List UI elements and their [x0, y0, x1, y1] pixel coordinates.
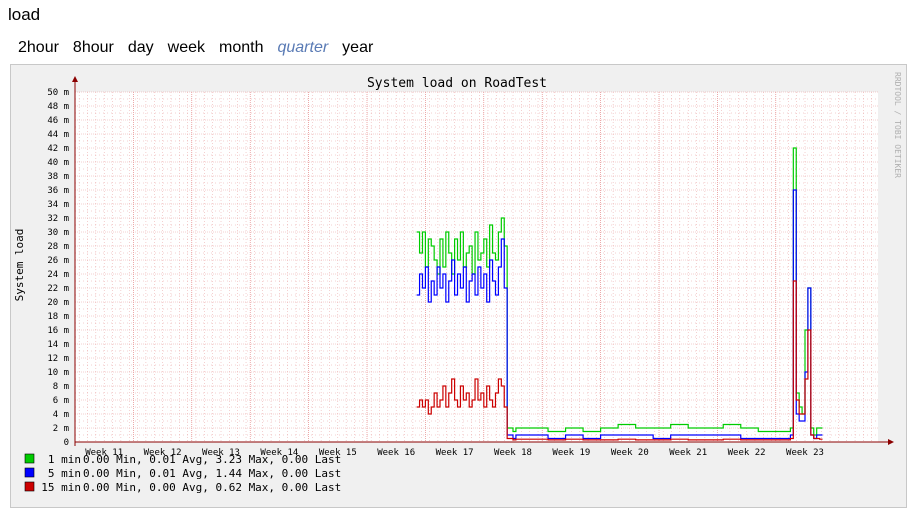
y-tick-label: 0 — [64, 438, 69, 448]
legend-series-name: 1 min — [48, 453, 81, 466]
y-tick-label: 26 m — [47, 256, 69, 266]
y-tick-label: 14 m — [47, 340, 69, 350]
x-tick-label: Week 18 — [494, 448, 532, 458]
tab-month[interactable]: month — [219, 39, 263, 57]
y-tick-label: 12 m — [47, 354, 69, 364]
y-tick-label: 50 m — [47, 88, 69, 98]
x-tick-label: Week 16 — [377, 448, 415, 458]
legend-stats: 0.00 Min, 0.01 Avg, 1.44 Max, 0.00 Last — [83, 467, 341, 480]
y-tick-label: 34 m — [47, 200, 69, 210]
y-tick-label: 8 m — [53, 382, 69, 392]
y-tick-label: 10 m — [47, 368, 69, 378]
rrdtool-watermark: RRDTOOL / TOBI OETIKER — [893, 72, 902, 178]
chart-title: System load on RoadTest — [367, 76, 547, 91]
x-tick-label: Week 23 — [786, 448, 824, 458]
legend-series-name: 5 min — [48, 467, 81, 480]
y-tick-label: 18 m — [47, 312, 69, 322]
period-tabs: 2hour 8hour day week month quarter year — [18, 39, 387, 57]
legend-series-name: 15 min — [41, 481, 81, 494]
legend-swatch — [24, 481, 35, 492]
y-tick-label: 32 m — [47, 214, 69, 224]
load-chart: System load on RoadTest System load RRDT… — [13, 72, 902, 494]
x-tick-label: Week 20 — [611, 448, 649, 458]
legend-swatch — [24, 453, 35, 464]
legend-stats: 0.00 Min, 0.01 Avg, 3.23 Max, 0.00 Last — [83, 453, 341, 466]
y-tick-label: 46 m — [47, 116, 69, 126]
y-tick-label: 44 m — [47, 130, 69, 140]
y-tick-label: 2 m — [53, 424, 69, 434]
y-tick-label: 4 m — [53, 410, 69, 420]
x-tick-label: Week 21 — [669, 448, 707, 458]
y-axis-arrow — [72, 76, 78, 82]
x-tick-label: Week 17 — [436, 448, 474, 458]
y-axis-label: System load — [13, 229, 26, 302]
y-tick-label: 30 m — [47, 228, 69, 238]
y-tick-label: 40 m — [47, 158, 69, 168]
x-tick-label: Week 19 — [552, 448, 590, 458]
y-tick-label: 20 m — [47, 298, 69, 308]
y-tick-label: 16 m — [47, 326, 69, 336]
legend-swatch — [24, 467, 35, 478]
tab-2hour[interactable]: 2hour — [18, 39, 59, 57]
legend-stats: 0.00 Min, 0.00 Avg, 0.62 Max, 0.00 Last — [83, 481, 341, 494]
tab-quarter[interactable]: quarter — [277, 39, 328, 57]
y-tick-label: 22 m — [47, 284, 69, 294]
tab-day[interactable]: day — [128, 39, 154, 57]
page-title: load — [8, 5, 41, 24]
graph-frame: System load on RoadTest System load RRDT… — [10, 64, 907, 508]
y-tick-label: 42 m — [47, 144, 69, 154]
tab-week[interactable]: week — [168, 39, 205, 57]
x-tick-label: Week 22 — [728, 448, 766, 458]
y-tick-label: 38 m — [47, 172, 69, 182]
tab-year[interactable]: year — [342, 39, 373, 57]
y-tick-label: 28 m — [47, 242, 69, 252]
tab-8hour[interactable]: 8hour — [73, 39, 114, 57]
y-tick-label: 6 m — [53, 396, 69, 406]
y-tick-label: 36 m — [47, 186, 69, 196]
x-axis-arrow — [888, 439, 894, 445]
y-tick-label: 48 m — [47, 102, 69, 112]
y-tick-label: 24 m — [47, 270, 69, 280]
